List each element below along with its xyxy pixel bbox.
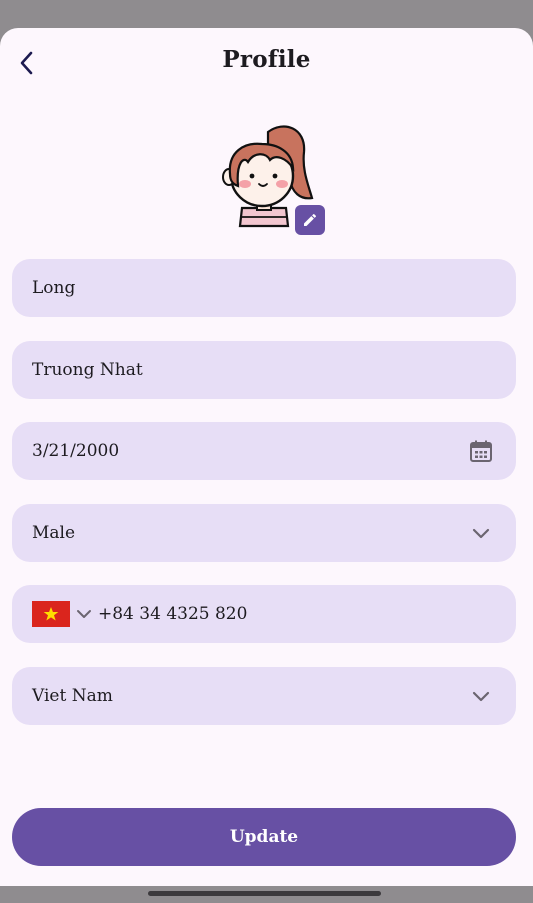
app-bar: Profile xyxy=(0,28,533,96)
last-name-value: Truong Nhat xyxy=(32,360,143,380)
gender-value: Male xyxy=(32,523,76,543)
page-title: Profile xyxy=(222,46,311,73)
update-button[interactable]: Update xyxy=(12,808,516,866)
gender-select[interactable]: Male xyxy=(12,504,516,562)
country-value: Viet Nam xyxy=(32,686,113,706)
profile-screen: Profile Long Truong Nhat 3/21/2000 Male … xyxy=(0,28,533,886)
last-name-field[interactable]: Truong Nhat xyxy=(12,341,516,399)
chevron-down-icon xyxy=(77,610,91,618)
phone-field[interactable]: +84 34 4325 820 xyxy=(12,585,516,643)
chevron-down-icon xyxy=(472,691,490,702)
edit-avatar-button[interactable] xyxy=(295,205,325,235)
country-dropdown-toggle[interactable] xyxy=(466,681,496,711)
vietnam-flag-icon[interactable] xyxy=(32,601,70,627)
first-name-value: Long xyxy=(32,278,76,298)
pencil-icon xyxy=(304,213,317,226)
chevron-down-icon xyxy=(472,528,490,539)
calendar-icon xyxy=(470,440,492,462)
phone-number-value: +84 34 4325 820 xyxy=(98,604,248,624)
country-select[interactable]: Viet Nam xyxy=(12,667,516,725)
gender-dropdown-toggle[interactable] xyxy=(466,518,496,548)
birth-date-field[interactable]: 3/21/2000 xyxy=(12,422,516,480)
birth-date-value: 3/21/2000 xyxy=(32,441,120,461)
country-code-dropdown[interactable] xyxy=(76,609,92,619)
home-indicator[interactable] xyxy=(148,891,381,896)
star-icon xyxy=(43,607,59,621)
first-name-field[interactable]: Long xyxy=(12,259,516,317)
avatar[interactable] xyxy=(214,122,326,236)
calendar-button[interactable] xyxy=(466,436,496,466)
